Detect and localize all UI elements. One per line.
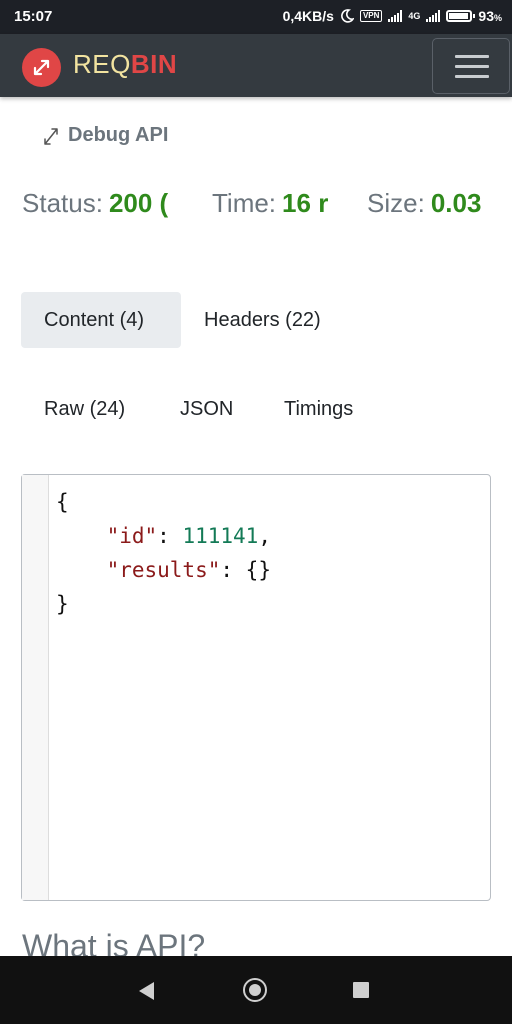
home-icon[interactable] (243, 978, 267, 1002)
screen: 15:07 0,4KB/s VPN 4G 93% REQBIN Debug AP… (0, 0, 512, 1024)
response-stats: Status: 200 ( Time: 16 r Size: 0.03 (0, 188, 512, 228)
tab-raw[interactable]: Raw (24) (21, 381, 148, 437)
status-stat: Status: 200 ( (22, 188, 169, 218)
brand-name[interactable]: REQBIN (73, 49, 177, 80)
status-bar: 15:07 0,4KB/s VPN 4G 93% (0, 0, 512, 34)
arrows-diagonal-icon (33, 59, 50, 76)
tab-timings[interactable]: Timings (261, 381, 376, 437)
system-nav-bar (0, 956, 512, 1024)
menu-toggle-button[interactable] (432, 38, 510, 94)
tab-json[interactable]: JSON (157, 381, 256, 437)
network-speed: 0,4KB/s (282, 8, 334, 24)
signal-icon (388, 10, 403, 22)
recent-apps-icon[interactable] (353, 982, 369, 998)
battery-percent: 93% (478, 8, 502, 24)
logo[interactable] (22, 48, 61, 87)
signal-icon-2 (426, 10, 441, 22)
vpn-icon: VPN (359, 10, 383, 22)
size-stat: Size: 0.03 (367, 188, 482, 218)
time-stat: Time: 16 r (212, 188, 329, 218)
arrows-diagonal-icon (44, 127, 58, 145)
moon-icon (341, 9, 354, 23)
clock: 15:07 (14, 8, 53, 25)
back-icon[interactable] (139, 982, 154, 1000)
network-type: 4G (408, 11, 421, 21)
debug-api-link[interactable]: Debug API (42, 124, 168, 147)
battery-icon (446, 10, 476, 22)
code-gutter (22, 475, 49, 900)
tab-headers[interactable]: Headers (22) (181, 292, 344, 348)
hamburger-icon (455, 55, 489, 58)
status-icons: 0,4KB/s VPN 4G 93% (283, 8, 502, 24)
json-content: { "id": 111141, "results": {} } (56, 490, 271, 616)
tab-content[interactable]: Content (4) (21, 292, 181, 348)
navbar: REQBIN (0, 34, 512, 97)
response-code-view[interactable]: { "id": 111141, "results": {} } (21, 474, 491, 901)
